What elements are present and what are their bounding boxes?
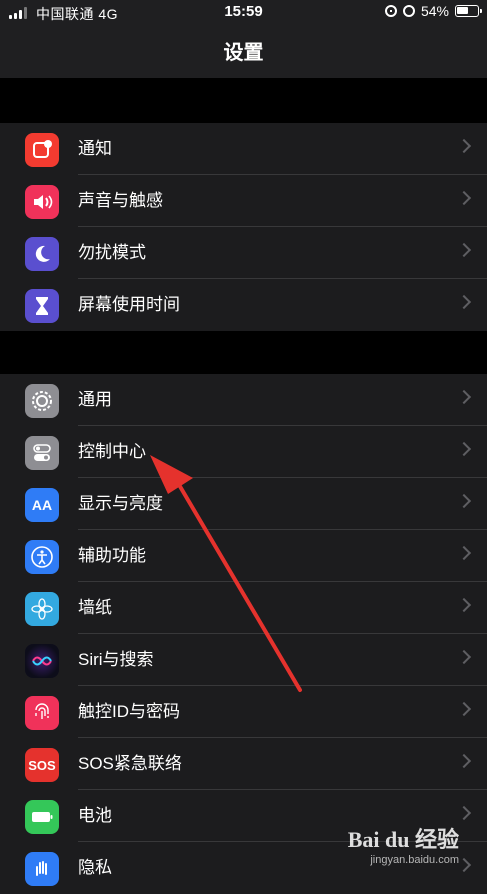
siri-icon (25, 644, 59, 678)
hourglass-icon (25, 289, 59, 323)
watermark-brand: Bai du 经验 (347, 827, 459, 852)
settings-row-accessibility[interactable]: 辅助功能 (0, 530, 487, 582)
settings-row-do-not-disturb[interactable]: 勿扰模式 (0, 227, 487, 279)
chevron-right-icon (456, 805, 472, 821)
row-label: 控制中心 (78, 442, 146, 461)
settings-row-general[interactable]: 通用 (0, 374, 487, 426)
settings-row-control-center[interactable]: 控制中心 (0, 426, 487, 478)
fingerprint-icon (25, 696, 59, 730)
chevron-right-icon (456, 389, 472, 405)
chevron-right-icon (456, 441, 472, 457)
watermark-url: jingyan.baidu.com (370, 854, 459, 866)
moon-icon (25, 237, 59, 271)
status-bar: 中国联通 4G 15:59 54% (0, 0, 487, 26)
chevron-right-icon (456, 753, 472, 769)
toggles-icon (25, 436, 59, 470)
row-label: Siri与搜索 (78, 650, 154, 669)
row-label: 勿扰模式 (78, 243, 146, 262)
row-label: 屏幕使用时间 (78, 295, 180, 314)
battery-icon (25, 800, 59, 834)
settings-row-touch-id-passcode[interactable]: 触控ID与密码 (0, 686, 487, 738)
settings-row-screen-time[interactable]: 屏幕使用时间 (0, 279, 487, 331)
alarm-icon (402, 5, 415, 17)
page-title: 设置 (223, 42, 264, 64)
chevron-right-icon (456, 242, 472, 258)
settings-row-emergency-sos[interactable]: SOS SOS紧急联络 (0, 738, 487, 790)
row-label: 隐私 (78, 858, 112, 877)
battery-icon (455, 5, 482, 17)
settings-row-notifications[interactable]: 通知 (0, 123, 487, 175)
sound-icon (25, 185, 59, 219)
notification-icon (25, 133, 59, 167)
chevron-right-icon (456, 190, 472, 206)
gear-icon (25, 384, 59, 418)
text-size-icon: AA (25, 488, 59, 522)
chevron-right-icon (456, 138, 472, 154)
chevron-right-icon (456, 701, 472, 717)
row-label: 墙纸 (78, 598, 112, 617)
row-label: 辅助功能 (78, 546, 146, 565)
chevron-right-icon (456, 545, 472, 561)
baidu-jingyan-watermark: Bai du 经验 jingyan.baidu.com (348, 822, 459, 866)
row-label: 电池 (78, 806, 112, 825)
row-label: 显示与亮度 (78, 494, 163, 513)
row-label: 触控ID与密码 (78, 702, 180, 721)
chevron-right-icon (456, 649, 472, 665)
settings-row-sounds[interactable]: 声音与触感 (0, 175, 487, 227)
row-label: 声音与触感 (78, 191, 163, 210)
chevron-right-icon (456, 294, 472, 310)
orientation-lock-icon (384, 5, 397, 17)
wallpaper-flower-icon (25, 592, 59, 626)
chevron-right-icon (456, 857, 472, 873)
row-label: 通知 (78, 139, 112, 158)
settings-group-1: 通知 声音与触感 勿扰模式 屏幕使用时间 (0, 123, 487, 331)
row-label: SOS紧急联络 (78, 754, 182, 773)
battery-percent: 54% (420, 3, 449, 19)
chevron-right-icon (456, 597, 472, 613)
sos-icon: SOS (25, 748, 59, 782)
chevron-right-icon (456, 493, 472, 509)
settings-group-2: 通用 控制中心 AA 显示与亮度 辅助功能 墙纸 Siri与搜索 触控ID与密码… (0, 374, 487, 894)
header-bar: 中国联通 4G 15:59 54% 设置 (0, 0, 487, 78)
status-right: 54% (384, 3, 482, 19)
accessibility-icon (25, 540, 59, 574)
row-label: 通用 (78, 390, 112, 409)
settings-row-display-brightness[interactable]: AA 显示与亮度 (0, 478, 487, 530)
privacy-hand-icon (25, 852, 59, 886)
settings-row-wallpaper[interactable]: 墙纸 (0, 582, 487, 634)
settings-row-siri-search[interactable]: Siri与搜索 (0, 634, 487, 686)
